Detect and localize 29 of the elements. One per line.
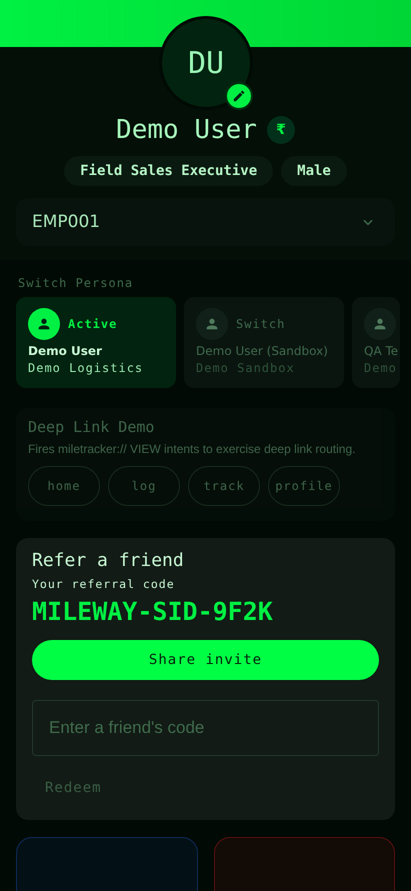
person-icon	[204, 316, 220, 332]
profile-chip: Field Sales Executive	[64, 156, 274, 186]
persona-card[interactable]: QA Te Demo	[352, 297, 400, 388]
persona-org: Demo	[364, 361, 398, 375]
persona-org: Demo Sandbox	[196, 361, 296, 375]
person-icon	[36, 316, 52, 332]
employee-select[interactable]: EMP001	[16, 198, 395, 246]
card-title: Refer a friend	[32, 550, 185, 571]
code-label: Your referral code	[32, 577, 176, 591]
user-name: Demo User	[116, 115, 257, 145]
persona-org: Demo Logistics	[28, 361, 144, 375]
persona-name: Demo User (Sandbox)	[196, 344, 329, 358]
persona-status: Switch	[236, 317, 286, 331]
persona-name: QA Te	[364, 344, 398, 358]
persona-card[interactable]: Switch Demo User (Sandbox) Demo Sandbox	[184, 297, 344, 388]
friend-code-field[interactable]: Enter a friend's code	[32, 700, 379, 756]
persona-card[interactable]: Active Demo User Demo Logistics	[16, 297, 176, 388]
share-invite-button[interactable]: Share invite	[32, 640, 379, 680]
edit-button[interactable]	[225, 82, 253, 110]
pencil-icon	[232, 89, 246, 103]
currency-badge: ₹	[266, 116, 295, 144]
person-icon	[372, 316, 388, 332]
card-title: Deep Link Demo	[28, 418, 156, 436]
section-title: Switch Persona	[18, 276, 134, 290]
card-description: Fires miletracker:// VIEW intents to exercise deep link routing.	[28, 442, 356, 456]
referral-code: MILEWAY-SID-9F2K	[32, 597, 274, 626]
persona-status: Active	[68, 317, 118, 331]
profile-chip: Male	[281, 156, 347, 186]
persona-name: Demo User	[28, 344, 103, 358]
